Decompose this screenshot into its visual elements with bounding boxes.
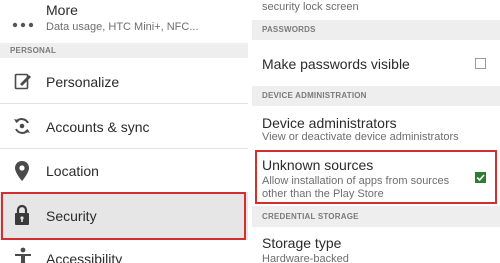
settings-item-accessibility[interactable]: Accessibility <box>0 241 248 263</box>
device-administrators-subtitle: View or deactivate device administrators <box>262 131 459 143</box>
security-lock-screen-subtitle: security lock screen <box>262 1 359 13</box>
personalize-icon <box>14 72 32 95</box>
more-title: More <box>46 2 78 18</box>
settings-item-personalize[interactable]: Personalize <box>0 59 248 103</box>
settings-item-label: Accounts & sync <box>46 119 150 135</box>
security-settings-panel: security lock screen PASSWORDS Make pass… <box>252 0 500 263</box>
settings-item-label: Accessibility <box>46 251 123 263</box>
more-dots-icon <box>12 15 34 33</box>
more-subtitle: Data usage, HTC Mini+, NFC... <box>46 21 199 33</box>
sync-icon <box>12 116 32 141</box>
device-administrators-title: Device administrators <box>262 115 397 131</box>
section-header-personal: PERSONAL <box>0 43 248 58</box>
section-header-device-administration: DEVICE ADMINISTRATION <box>252 86 500 106</box>
device-administrators-row[interactable]: Device administrators View or deactivate… <box>252 107 500 147</box>
settings-list-panel: More Data usage, HTC Mini+, NFC... PERSO… <box>0 0 248 263</box>
settings-item-accounts-sync[interactable]: Accounts & sync <box>0 104 248 148</box>
storage-type-subtitle: Hardware-backed <box>262 253 349 263</box>
security-highlight-box <box>1 192 246 240</box>
accessibility-icon <box>14 247 32 263</box>
settings-item-label: Personalize <box>46 74 120 90</box>
unknown-sources-highlight-box <box>255 150 497 204</box>
make-passwords-visible-label: Make passwords visible <box>262 56 410 72</box>
location-pin-icon <box>15 161 29 186</box>
make-passwords-visible-checkbox[interactable] <box>475 58 486 69</box>
make-passwords-visible-row[interactable]: Make passwords visible <box>252 41 500 85</box>
storage-type-title: Storage type <box>262 235 342 251</box>
settings-item-more[interactable]: More Data usage, HTC Mini+, NFC... <box>0 0 248 38</box>
section-header-credential-storage: CREDENTIAL STORAGE <box>252 206 500 227</box>
settings-item-label: Location <box>46 163 99 179</box>
storage-type-row[interactable]: Storage type Hardware-backed <box>252 228 500 263</box>
section-header-passwords: PASSWORDS <box>252 20 500 40</box>
settings-item-location[interactable]: Location <box>0 149 248 191</box>
